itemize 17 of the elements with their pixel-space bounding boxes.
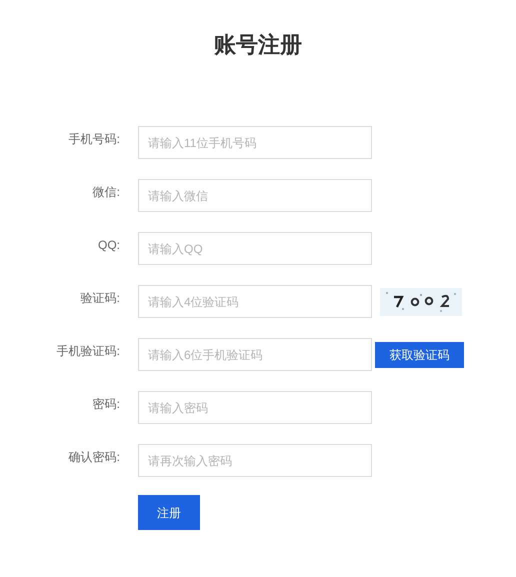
field-label: 确认密码: <box>68 448 121 466</box>
input-field[interactable]: 请再次输入密码 <box>138 444 372 477</box>
input-field[interactable]: 请输入6位手机验证码 <box>138 338 372 371</box>
input-field[interactable]: 请输入QQ <box>138 232 372 265</box>
field-label: 手机验证码: <box>56 342 121 360</box>
field-label: QQ: <box>96 236 121 254</box>
input-field[interactable]: 请输入4位验证码 <box>138 285 372 318</box>
field-label: 手机号码: <box>68 130 121 148</box>
field-label: 验证码: <box>80 290 121 306</box>
input-field[interactable]: 请输入11位手机号码 <box>138 126 372 159</box>
page-title: 账号注册 <box>213 31 303 59</box>
input-field[interactable]: 请输入密码 <box>138 391 372 424</box>
get-code-button[interactable]: 获取验证码 <box>375 342 464 368</box>
register-button[interactable]: 注册 <box>138 495 200 530</box>
input-field[interactable]: 请输入微信 <box>138 179 372 212</box>
field-label: 微信: <box>92 184 121 200</box>
field-label: 密码: <box>92 396 121 412</box>
